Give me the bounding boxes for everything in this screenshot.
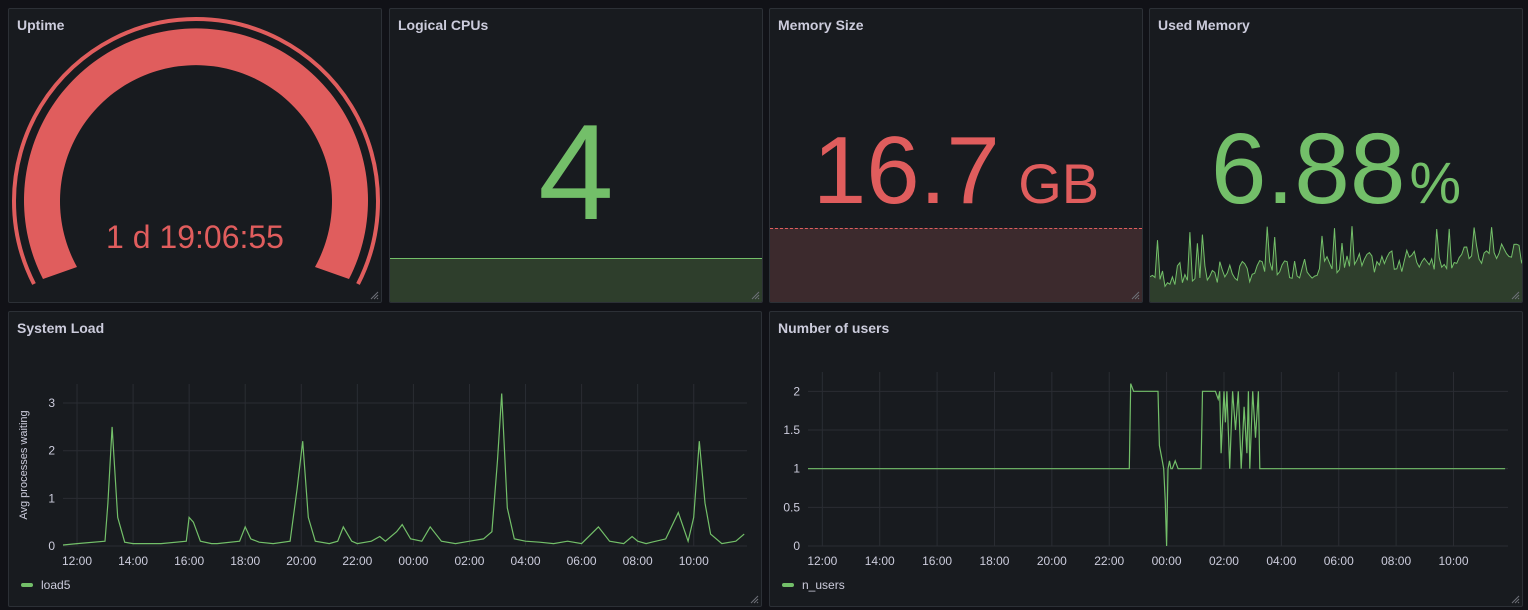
memsize-value: 16.7 xyxy=(812,117,1000,224)
x-tick-label: 14:00 xyxy=(865,554,895,568)
uptime-panel: Uptime 1 d 19:06:55 xyxy=(8,8,382,303)
legend-swatch xyxy=(782,583,794,587)
x-tick-label: 22:00 xyxy=(342,554,372,568)
y-tick-label: 3 xyxy=(48,396,55,410)
x-tick-label: 16:00 xyxy=(922,554,952,568)
legend-label: load5 xyxy=(41,578,71,592)
x-tick-label: 04:00 xyxy=(511,554,541,568)
x-tick-label: 12:00 xyxy=(62,554,92,568)
cpus-sparkline-area xyxy=(390,258,762,302)
used-memory-panel: Used Memory 6.88% xyxy=(1149,8,1523,303)
memory-size-panel: Memory Size 16.7 GB xyxy=(769,8,1143,303)
y-tick-label: 2 xyxy=(793,384,800,398)
memsize-sparkline-area xyxy=(770,228,1142,302)
x-tick-label: 02:00 xyxy=(454,554,484,568)
resize-handle-icon[interactable] xyxy=(751,291,760,300)
panel-title: Logical CPUs xyxy=(398,17,489,33)
resize-handle-icon[interactable] xyxy=(750,595,759,604)
y-tick-label: 1.5 xyxy=(783,423,800,437)
x-tick-label: 04:00 xyxy=(1266,554,1296,568)
uptime-value: 1 d 19:06:55 xyxy=(106,219,284,255)
usedmem-value-row: 6.88% xyxy=(1150,119,1522,219)
x-tick-label: 06:00 xyxy=(1324,554,1354,568)
memsize-value-row: 16.7 GB xyxy=(770,121,1142,221)
y-tick-label: 0 xyxy=(793,539,800,553)
x-tick-label: 18:00 xyxy=(979,554,1009,568)
y-tick-label: 1 xyxy=(48,491,55,505)
y-tick-label: 0.5 xyxy=(783,500,800,514)
x-tick-label: 14:00 xyxy=(118,554,148,568)
x-tick-label: 00:00 xyxy=(398,554,428,568)
usedmem-unit: % xyxy=(1409,151,1462,216)
x-tick-label: 22:00 xyxy=(1094,554,1124,568)
x-tick-label: 12:00 xyxy=(807,554,837,568)
number-of-users-panel: Number of users 0 0.5 1 1.5 2 12:00 14:00 16:00… xyxy=(769,311,1523,607)
y-axis-label: Avg processes waiting xyxy=(18,410,30,519)
resize-handle-icon[interactable] xyxy=(1511,595,1520,604)
resize-handle-icon[interactable] xyxy=(1511,291,1520,300)
resize-handle-icon[interactable] xyxy=(1131,291,1140,300)
x-tick-label: 02:00 xyxy=(1209,554,1239,568)
x-tick-label: 08:00 xyxy=(1381,554,1411,568)
legend-item[interactable]: load5 xyxy=(21,578,70,592)
x-tick-label: 18:00 xyxy=(230,554,260,568)
x-tick-label: 06:00 xyxy=(567,554,597,568)
resize-handle-icon[interactable] xyxy=(370,291,379,300)
memsize-unit: GB xyxy=(1018,152,1100,215)
legend-label: n_users xyxy=(802,578,845,592)
x-tick-label: 20:00 xyxy=(1037,554,1067,568)
x-tick-label: 20:00 xyxy=(286,554,316,568)
usedmem-value: 6.88 xyxy=(1210,113,1406,225)
y-tick-label: 1 xyxy=(793,462,800,476)
y-tick-label: 0 xyxy=(48,539,55,553)
uptime-gauge xyxy=(12,17,380,285)
x-tick-label: 16:00 xyxy=(174,554,204,568)
logical-cpus-panel: Logical CPUs 4 xyxy=(389,8,763,303)
system-load-chart: 0 1 2 3 12:00 14:00 16:00 18:00 20:00 22:00 00:00 0… xyxy=(18,384,747,568)
panel-title: Memory Size xyxy=(778,17,864,33)
x-tick-label: 08:00 xyxy=(623,554,653,568)
system-load-panel: System Load 0 1 2 3 12:00 14:00 16:00 18:00 20:0… xyxy=(8,311,762,607)
y-tick-label: 2 xyxy=(48,444,55,458)
number-of-users-chart: 0 0.5 1 1.5 2 12:00 14:00 16:00 18:00 20:00 22:00 0… xyxy=(783,372,1508,568)
x-tick-label: 10:00 xyxy=(1438,554,1468,568)
x-tick-label: 10:00 xyxy=(679,554,709,568)
series-line-load5 xyxy=(62,393,745,546)
x-tick-label: 00:00 xyxy=(1152,554,1182,568)
cpus-value: 4 xyxy=(538,96,614,248)
legend-item[interactable]: n_users xyxy=(782,578,845,592)
legend-swatch xyxy=(21,583,33,587)
series-line-n_users xyxy=(808,383,1506,547)
